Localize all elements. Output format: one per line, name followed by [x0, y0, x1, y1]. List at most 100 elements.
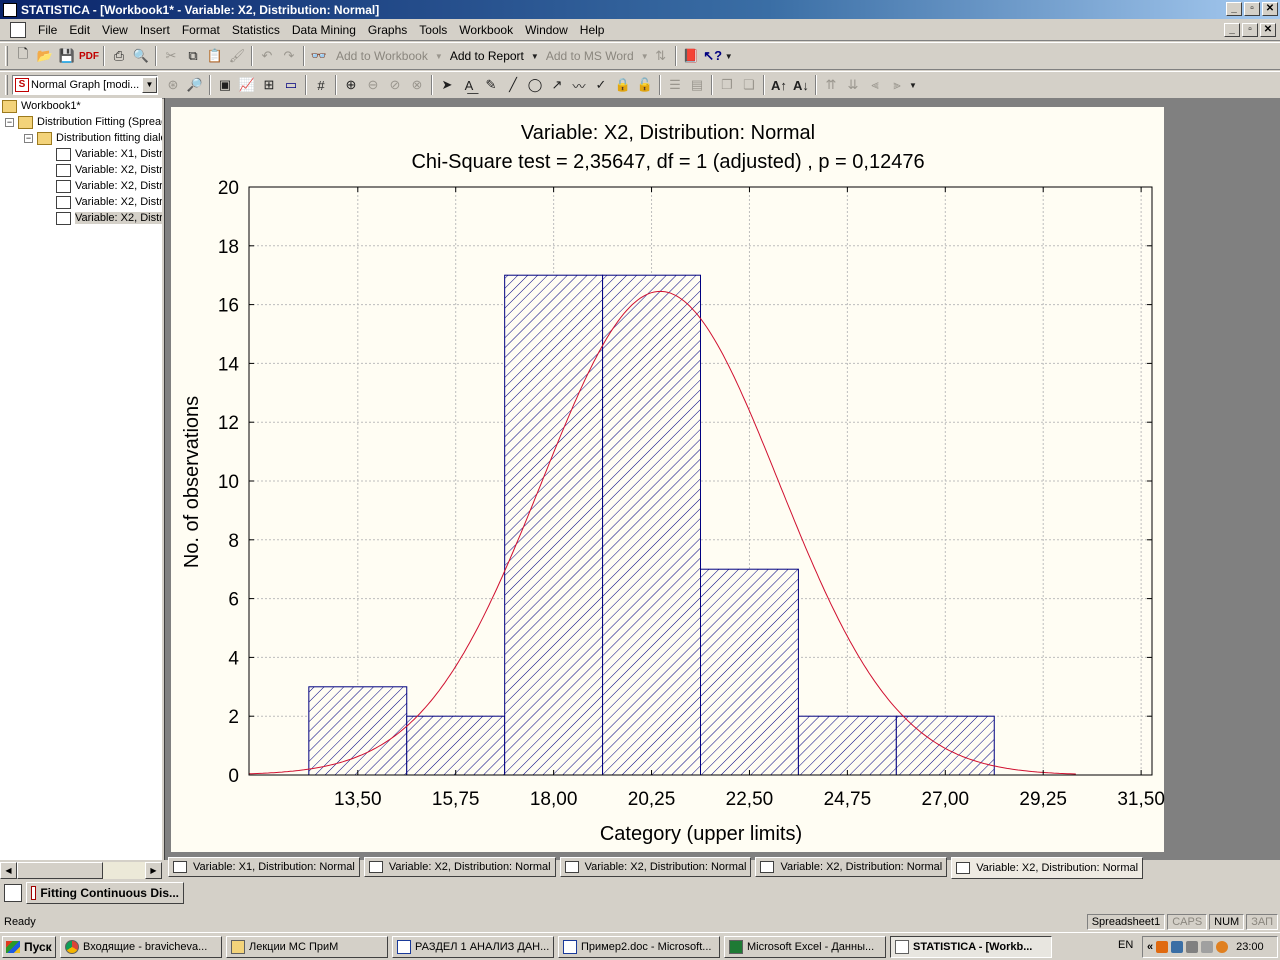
- task-word-section1[interactable]: РАЗДЕЛ 1 АНАЛИЗ ДАН...: [392, 935, 554, 958]
- lock-icon[interactable]: 🔒: [612, 74, 634, 96]
- graph-options-icon[interactable]: ▣: [214, 74, 236, 96]
- tree-item-graph[interactable]: Variable: X2, Distri: [56, 178, 162, 194]
- fitting-continuous-button[interactable]: Fitting Continuous Dis...: [26, 882, 184, 904]
- tray-browser-icon[interactable]: [1216, 941, 1229, 953]
- menu-window[interactable]: Window: [519, 23, 574, 37]
- maximize-button[interactable]: ▫: [1244, 2, 1260, 16]
- print-icon[interactable]: ⎙: [108, 45, 130, 67]
- plot-layout-icon[interactable]: 📈: [236, 74, 258, 96]
- zoom-clear-icon[interactable]: ⊗: [406, 74, 428, 96]
- analysis-bar-icon[interactable]: [4, 884, 22, 902]
- open-folder-icon[interactable]: 📂: [34, 45, 56, 67]
- collapse-toggle[interactable]: −: [24, 134, 33, 143]
- menu-edit[interactable]: Edit: [63, 23, 96, 37]
- chevron-down-icon[interactable]: ▼: [434, 45, 444, 67]
- chevron-down-icon[interactable]: ▼: [724, 45, 734, 67]
- align-left-icon[interactable]: ⫷: [864, 74, 886, 96]
- paste-icon[interactable]: 📋: [204, 45, 226, 67]
- fill-pattern-icon[interactable]: ▤: [686, 74, 708, 96]
- menu-insert[interactable]: Insert: [134, 23, 176, 37]
- tree-item-graph[interactable]: Variable: X2, Distri: [56, 194, 162, 210]
- tray-expand-icon[interactable]: «: [1147, 941, 1153, 953]
- sort-icon[interactable]: ⇅: [650, 45, 672, 67]
- book-icon[interactable]: 📕: [680, 45, 702, 67]
- doc-restore-button[interactable]: ▫: [1242, 23, 1258, 37]
- plot-window-icon[interactable]: ▭: [280, 74, 302, 96]
- new-file-icon[interactable]: 🗋: [12, 45, 34, 67]
- graph-window[interactable]: 0 2 4 6 8 10 12 14 16 18 20 13,50 15,75 18,00 20,25 22,…: [170, 106, 1165, 852]
- close-button[interactable]: ✕: [1262, 2, 1278, 16]
- unlock-icon[interactable]: 🔓: [634, 74, 656, 96]
- tree-horizontal-scrollbar[interactable]: ◀ ▶: [0, 862, 162, 879]
- minimize-button[interactable]: _: [1226, 2, 1242, 16]
- task-chrome-inbox[interactable]: Входящие - bravicheva...: [60, 935, 222, 958]
- draw-line-icon[interactable]: ╱: [502, 74, 524, 96]
- toolbar-grip[interactable]: [5, 46, 8, 66]
- grid-icon[interactable]: #: [310, 74, 332, 96]
- menu-workbook[interactable]: Workbook: [453, 23, 519, 37]
- chevron-down-icon[interactable]: ▼: [530, 45, 540, 67]
- draw-note-icon[interactable]: ✎: [480, 74, 502, 96]
- print-preview-icon[interactable]: 🔍: [130, 45, 152, 67]
- tree-item-graph[interactable]: Variable: X2, Distri: [56, 162, 162, 178]
- bring-front-icon[interactable]: ❐: [716, 74, 738, 96]
- cut-icon[interactable]: ✂: [160, 45, 182, 67]
- chevron-down-icon[interactable]: ▼: [640, 45, 650, 67]
- tree-root[interactable]: Workbook1*: [2, 98, 81, 114]
- task-excel[interactable]: Microsoft Excel - Данны...: [724, 935, 886, 958]
- tab-graph[interactable]: Variable: X2, Distribution: Normal: [559, 857, 752, 877]
- save-icon[interactable]: 💾: [56, 45, 78, 67]
- send-back-icon[interactable]: ❏: [738, 74, 760, 96]
- task-word-example2[interactable]: Пример2.doc - Microsoft...: [558, 935, 720, 958]
- tree-item-graph[interactable]: Variable: X1, Distri: [56, 146, 162, 162]
- draw-check-icon[interactable]: ✓: [590, 74, 612, 96]
- start-button[interactable]: Пуск: [2, 935, 56, 958]
- menu-tools[interactable]: Tools: [413, 23, 453, 37]
- tree-folder-distribution-fitting[interactable]: Distribution Fitting (Spreadsh: [18, 114, 162, 130]
- brush-tool-icon[interactable]: ⊛: [162, 74, 184, 96]
- zoom-reset-icon[interactable]: ⊘: [384, 74, 406, 96]
- language-indicator[interactable]: EN: [1118, 939, 1133, 951]
- font-larger-icon[interactable]: A↑: [768, 74, 790, 96]
- pointer-icon[interactable]: ➤: [436, 74, 458, 96]
- collapse-toggle[interactable]: −: [5, 118, 14, 127]
- redo-icon[interactable]: ↷: [278, 45, 300, 67]
- increase-spacing-icon[interactable]: ⇈: [820, 74, 842, 96]
- tray-volume-icon[interactable]: [1186, 941, 1199, 953]
- tab-graph[interactable]: Variable: X1, Distribution: Normal: [168, 857, 360, 877]
- scroll-left-icon[interactable]: ◀: [0, 862, 17, 879]
- add-to-workbook-button[interactable]: Add to Workbook: [330, 49, 434, 63]
- tree-item-graph-selected[interactable]: Variable: X2, Distri: [56, 210, 162, 226]
- menu-file[interactable]: File: [32, 23, 63, 37]
- tree-folder-dialog[interactable]: Distribution fitting dialog: [37, 130, 162, 146]
- chevron-down-icon[interactable]: ▼: [908, 74, 918, 96]
- menu-view[interactable]: View: [96, 23, 134, 37]
- tray-app-icon[interactable]: [1156, 941, 1169, 953]
- toolbar-grip[interactable]: [5, 75, 8, 95]
- decrease-spacing-icon[interactable]: ⇊: [842, 74, 864, 96]
- find-binoculars-icon[interactable]: 👓: [308, 45, 330, 67]
- scroll-right-icon[interactable]: ▶: [145, 862, 162, 879]
- zoom-in-icon[interactable]: ⊕: [340, 74, 362, 96]
- tab-graph-active[interactable]: Variable: X2, Distribution: Normal: [951, 857, 1144, 879]
- plot-add-icon[interactable]: ⊞: [258, 74, 280, 96]
- draw-ellipse-icon[interactable]: ◯: [524, 74, 546, 96]
- line-style-icon[interactable]: ☰: [664, 74, 686, 96]
- pdf-icon[interactable]: PDF: [78, 45, 100, 67]
- tab-graph[interactable]: Variable: X2, Distribution: Normal: [755, 857, 948, 877]
- tab-graph[interactable]: Variable: X2, Distribution: Normal: [363, 857, 556, 877]
- scroll-thumb[interactable]: [17, 862, 103, 879]
- font-smaller-icon[interactable]: A↓: [790, 74, 812, 96]
- statistica-app-icon[interactable]: [3, 2, 17, 17]
- undo-icon[interactable]: ↶: [256, 45, 278, 67]
- context-help-icon[interactable]: ↖?: [702, 45, 724, 67]
- workbook-document-icon[interactable]: [10, 21, 26, 38]
- add-to-report-button[interactable]: Add to Report: [444, 49, 530, 63]
- menu-statistics[interactable]: Statistics: [226, 23, 286, 37]
- zoom-graph-icon[interactable]: 🔎: [184, 74, 206, 96]
- align-right-icon[interactable]: ⫸: [886, 74, 908, 96]
- tray-signal-icon[interactable]: [1201, 941, 1214, 953]
- task-statistica[interactable]: STATISTICA - [Workb...: [890, 935, 1052, 958]
- tray-network-icon[interactable]: [1171, 941, 1184, 953]
- menu-format[interactable]: Format: [176, 23, 226, 37]
